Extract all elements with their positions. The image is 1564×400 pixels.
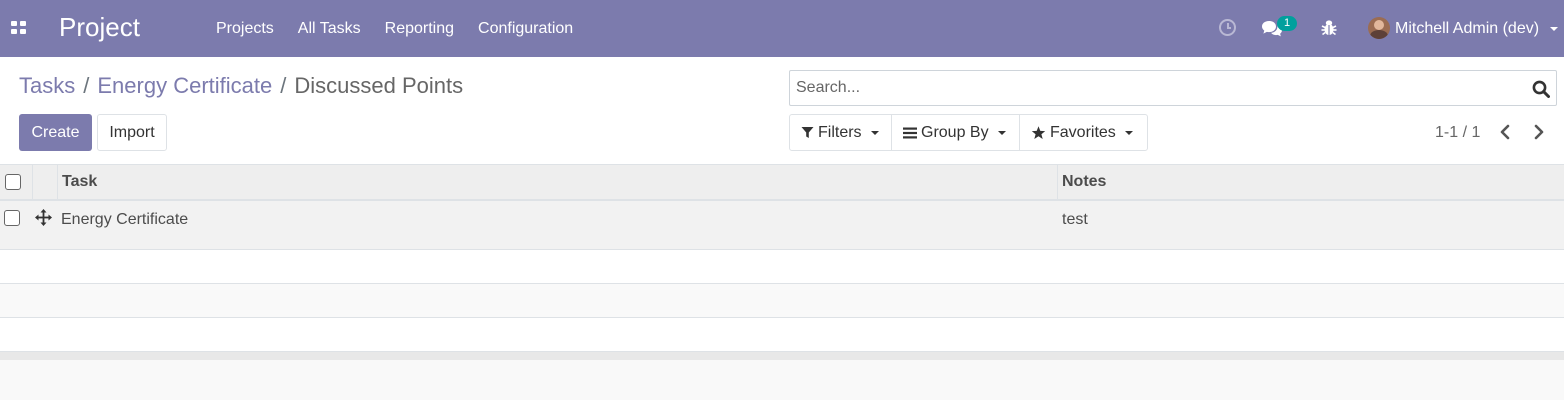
pager-next-icon[interactable]	[1530, 122, 1548, 142]
import-button[interactable]: Import	[97, 114, 167, 151]
favorites-button[interactable]: Favorites	[1019, 114, 1148, 151]
row-checkbox[interactable]	[4, 210, 20, 226]
search-icon[interactable]	[1532, 80, 1550, 98]
menu-item-all-tasks[interactable]: All Tasks	[286, 0, 373, 57]
apps-menu-icon[interactable]	[11, 21, 26, 34]
group-by-button[interactable]: Group By	[891, 114, 1020, 151]
filters-button[interactable]: Filters	[789, 114, 892, 151]
filters-label: Filters	[818, 123, 862, 141]
breadcrumb-separator: /	[280, 73, 287, 98]
select-all-checkbox[interactable]	[5, 174, 21, 190]
search-box	[789, 70, 1557, 106]
menu-item-configuration[interactable]: Configuration	[466, 0, 585, 57]
menu-item-projects[interactable]: Projects	[204, 0, 286, 57]
menu-item-reporting[interactable]: Reporting	[373, 0, 466, 57]
breadcrumb: Tasks / Energy Certificate / Discussed P…	[19, 73, 463, 99]
bars-icon	[903, 127, 917, 139]
cell-task[interactable]: Energy Certificate	[61, 211, 188, 229]
table-footer	[0, 352, 1564, 360]
star-icon	[1031, 125, 1046, 140]
empty-row	[0, 250, 1564, 284]
main-menu: Projects All Tasks Reporting Configurati…	[204, 0, 585, 57]
user-avatar[interactable]	[1368, 17, 1390, 39]
column-header-task[interactable]: Task	[62, 165, 97, 199]
column-header-notes[interactable]: Notes	[1062, 165, 1106, 199]
pager-previous-icon[interactable]	[1496, 122, 1514, 142]
breadcrumb-current: Discussed Points	[294, 73, 464, 98]
table-header: Task Notes	[0, 165, 1564, 201]
empty-row	[0, 284, 1564, 318]
chevron-down-icon	[1124, 130, 1133, 135]
chat-count-badge: 1	[1277, 16, 1297, 31]
search-input[interactable]	[796, 71, 1516, 105]
drag-handle-icon[interactable]	[35, 209, 52, 226]
top-navbar: Project Projects All Tasks Reporting Con…	[0, 0, 1564, 57]
activity-clock-icon[interactable]	[1219, 19, 1236, 36]
create-button[interactable]: Create	[19, 114, 92, 151]
breadcrumb-energy-certificate[interactable]: Energy Certificate	[97, 73, 272, 99]
column-divider	[32, 165, 33, 199]
chevron-down-icon	[997, 130, 1006, 135]
chevron-down-icon	[870, 130, 879, 135]
debug-bug-icon[interactable]	[1321, 18, 1337, 36]
favorites-label: Favorites	[1050, 123, 1116, 141]
empty-row	[0, 318, 1564, 352]
app-brand[interactable]: Project	[59, 12, 140, 43]
user-menu-caret-icon[interactable]	[1550, 27, 1558, 31]
control-panel: Tasks / Energy Certificate / Discussed P…	[0, 57, 1564, 165]
column-divider[interactable]	[1057, 165, 1058, 199]
table-row[interactable]: Energy Certificate test	[0, 201, 1564, 250]
task-list-table: Task Notes Energy Certificate test	[0, 165, 1564, 360]
column-divider	[57, 165, 58, 199]
breadcrumb-tasks[interactable]: Tasks	[19, 73, 75, 99]
group-by-label: Group By	[921, 123, 989, 141]
user-menu[interactable]: Mitchell Admin (dev)	[1395, 0, 1539, 57]
breadcrumb-separator: /	[83, 73, 90, 98]
pager-value[interactable]: 1-1 / 1	[1435, 124, 1480, 142]
filter-icon	[801, 126, 814, 139]
cell-notes[interactable]: test	[1062, 211, 1088, 229]
